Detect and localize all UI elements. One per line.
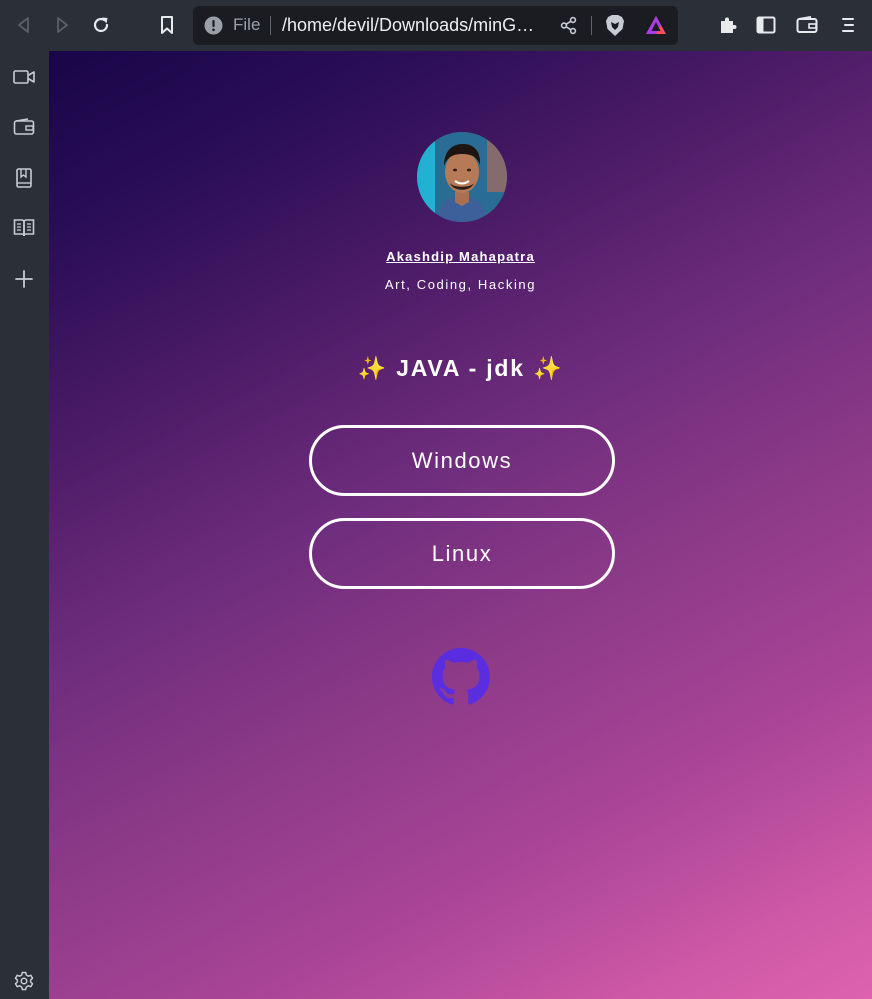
sidebar-item-bookmarks[interactable] <box>12 166 36 190</box>
sidebar-item-reading-list[interactable] <box>12 216 36 240</box>
puzzle-icon <box>721 17 737 33</box>
page-title: ✨ JAVA - jdk ✨ <box>357 355 564 381</box>
reload-button[interactable] <box>84 8 118 42</box>
address-bar[interactable]: File /home/devil/Downloads/minG… <box>193 6 678 45</box>
bookmarks-icon <box>16 168 32 188</box>
profile-photo <box>417 132 507 222</box>
wallet-icon <box>796 16 818 33</box>
page-content: Akashdip Mahapatra Art, Coding, Hacking … <box>49 51 872 999</box>
video-icon <box>13 70 35 84</box>
browser-sidebar <box>0 51 49 999</box>
url-divider-2 <box>591 16 592 35</box>
bookmark-button[interactable] <box>150 8 184 42</box>
profile-name-link[interactable]: Akashdip Mahapatra <box>49 249 872 264</box>
url-divider <box>270 16 271 35</box>
sidebar-toggle-button[interactable] <box>749 8 783 42</box>
profile-bio: Art, Coding, Hacking <box>384 277 537 292</box>
github-icon <box>432 648 490 705</box>
share-icon[interactable] <box>559 16 578 35</box>
sidebar-item-wallet[interactable] <box>12 115 36 139</box>
brave-shields-icon[interactable] <box>604 14 626 38</box>
forward-icon <box>57 17 68 33</box>
back-button[interactable] <box>7 8 41 42</box>
site-info-icon[interactable] <box>204 16 223 35</box>
forward-button[interactable] <box>45 8 79 42</box>
reading-list-icon <box>13 219 35 237</box>
wallet-button[interactable] <box>790 8 824 42</box>
browser-toolbar: File /home/devil/Downloads/minG… <box>0 0 872 51</box>
bookmark-icon <box>161 16 173 34</box>
wallet-icon <box>13 118 35 135</box>
url-scheme-label: File <box>233 15 261 34</box>
github-link[interactable] <box>432 648 490 706</box>
avatar <box>417 132 507 222</box>
linux-link-button[interactable]: Linux <box>309 518 615 589</box>
windows-link-button[interactable]: Windows <box>309 425 615 496</box>
brave-rewards-icon[interactable] <box>645 15 667 35</box>
add-icon <box>15 270 33 288</box>
sidebar-settings-button[interactable] <box>12 969 36 993</box>
sidebar-panel-icon <box>756 16 776 34</box>
hamburger-menu-icon <box>842 18 854 32</box>
menu-button[interactable] <box>831 8 865 42</box>
back-icon <box>18 17 29 33</box>
gear-icon <box>14 971 34 991</box>
reload-icon <box>93 17 109 33</box>
sidebar-add-button[interactable] <box>12 267 36 291</box>
url-text[interactable]: /home/devil/Downloads/minG… <box>282 14 544 36</box>
extensions-button[interactable] <box>711 8 745 42</box>
sidebar-item-talk[interactable] <box>12 65 36 89</box>
